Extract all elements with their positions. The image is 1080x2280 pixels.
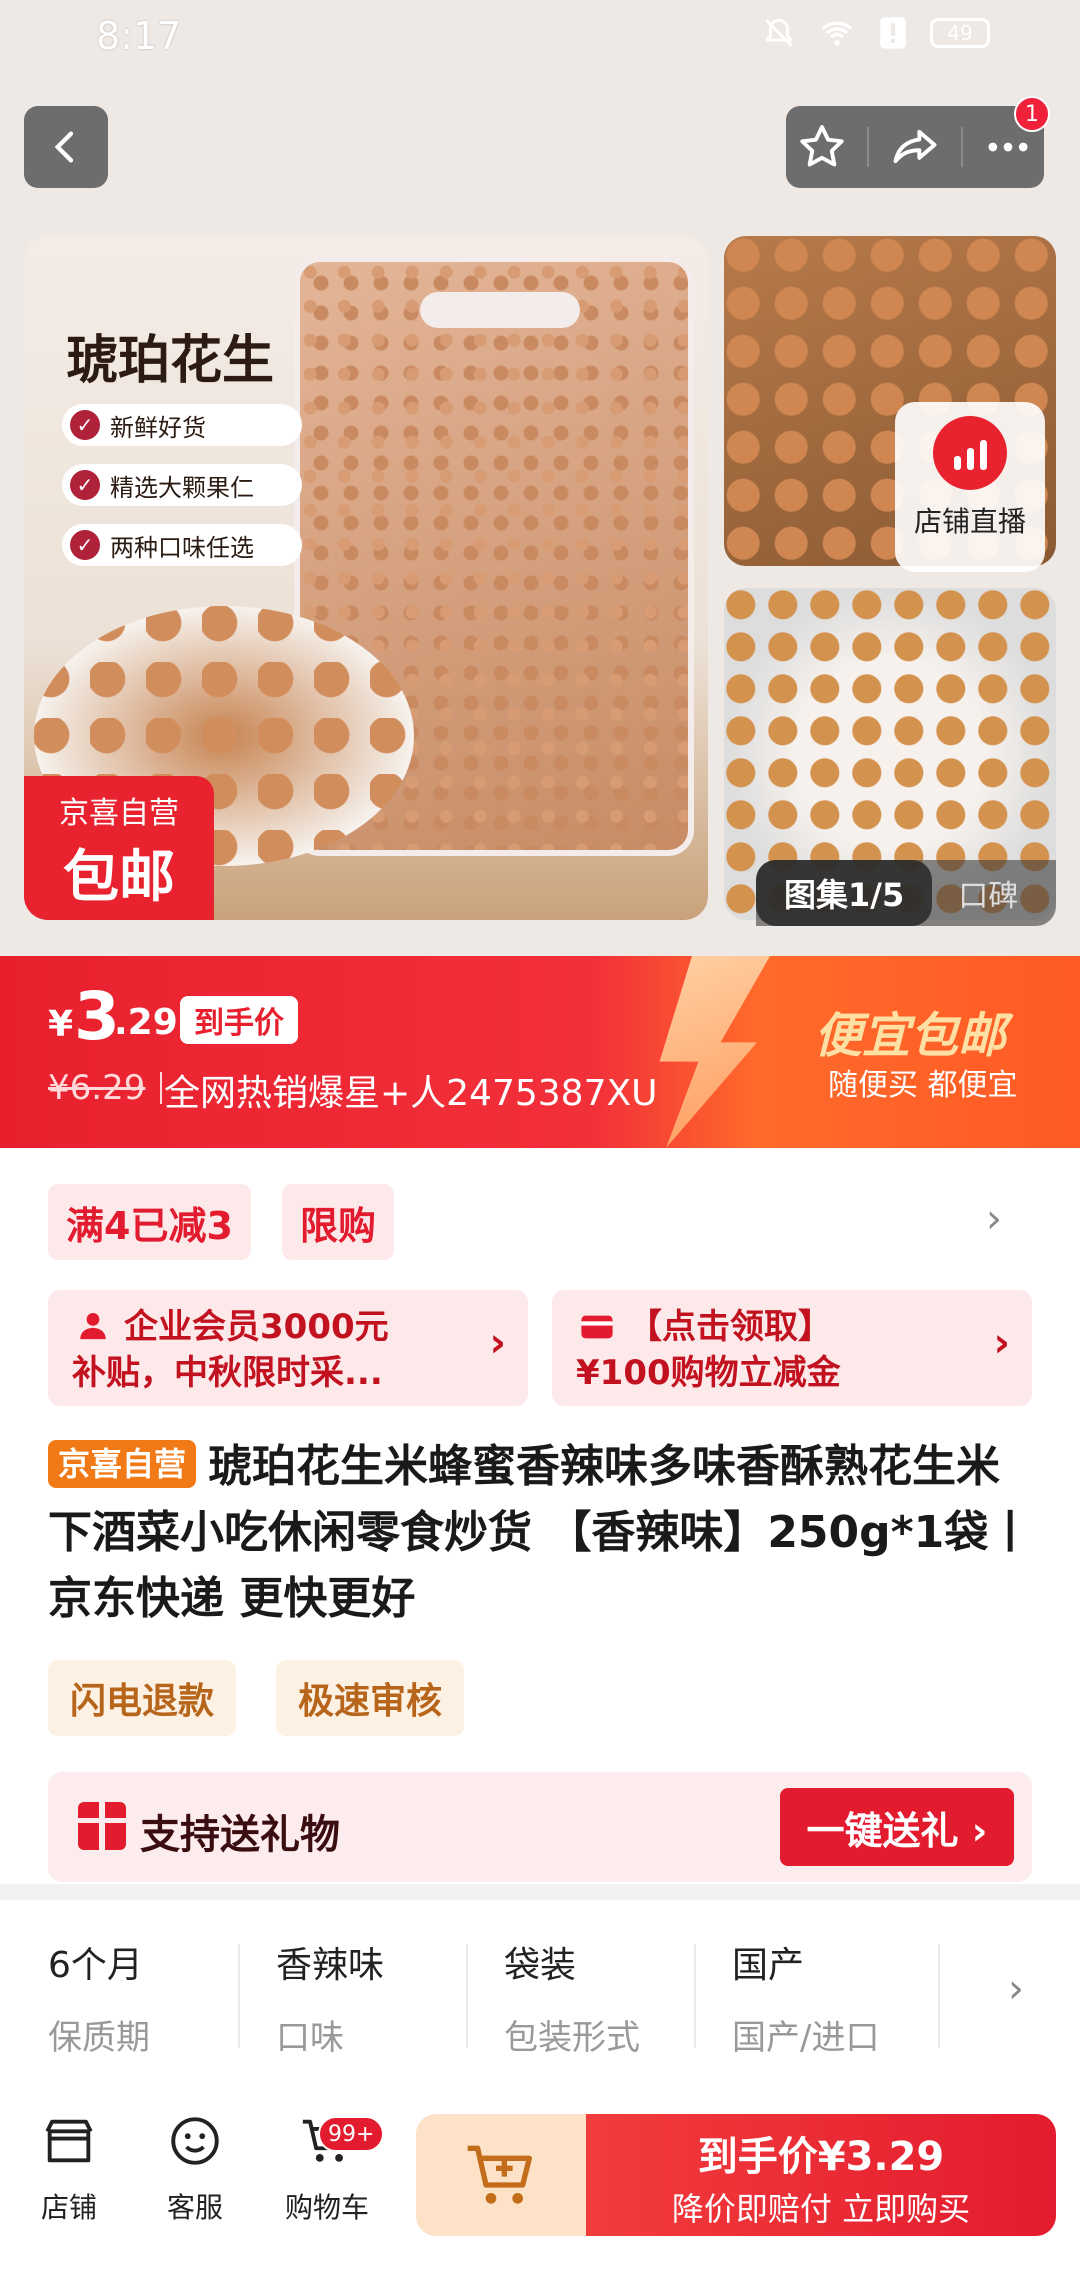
card-icon xyxy=(581,1315,613,1339)
original-price: ¥6.29 xyxy=(48,1068,146,1108)
spec-packaging: 袋装 包装形式 xyxy=(504,1945,640,2058)
store-icon xyxy=(45,2119,93,2163)
back-button[interactable] xyxy=(24,106,108,188)
check-icon: ✓ xyxy=(70,530,100,560)
buy-now-button[interactable]: 到手价¥3.29 降价即赔付 立即购买 xyxy=(586,2114,1056,2236)
divider xyxy=(466,1944,468,2048)
customer-service-button[interactable]: 客服 xyxy=(140,2112,250,2226)
chevron-left-icon xyxy=(54,131,74,163)
final-price-tag: 到手价 xyxy=(180,996,298,1044)
notification-badge: 1 xyxy=(1014,96,1050,132)
promo-subtitle: 随便买 都便宜 xyxy=(828,1068,1018,1103)
status-time: 8:17 xyxy=(96,14,182,58)
send-gift-button[interactable]: 一键送礼 › xyxy=(780,1788,1014,1866)
spec-strip[interactable]: 6个月 保质期 香辣味 口味 袋装 包装形式 国产 国产/进口 › xyxy=(0,1900,1080,2092)
chevron-right-icon: › xyxy=(489,1320,506,1366)
star-icon[interactable] xyxy=(796,121,848,173)
top-actions: 1 xyxy=(786,96,1050,188)
divider xyxy=(938,1944,940,2048)
battery-icon: 49 xyxy=(930,18,990,48)
divider xyxy=(160,1072,162,1104)
price-banner: ¥ 3 .29 到手价 ¥6.29 全网热销爆星+人2475387XU 便宜包邮… xyxy=(0,956,1080,1148)
price-decimal: .29 xyxy=(114,1002,178,1043)
chat-face-icon xyxy=(171,2117,219,2165)
chevron-right-icon: › xyxy=(993,1320,1010,1366)
gift-icon xyxy=(78,1802,126,1850)
status-bar: 8:17 49 xyxy=(0,0,1080,80)
alert-icon xyxy=(880,17,906,49)
tab-reviews[interactable]: 口碑 xyxy=(932,871,1018,915)
bottom-action-bar: 店铺 客服 购物车 99+ 到手价¥3.29 降价即赔付 立即购买 xyxy=(0,2092,1080,2280)
store-live-button[interactable]: 店铺直播 xyxy=(895,402,1045,572)
gift-support-text: 支持送礼物 xyxy=(140,1812,340,1858)
product-title: 京喜自营 琥珀花生米蜂蜜香辣味多味香酥熟花生米下酒菜小吃休闲零食炒货 【香辣味】2… xyxy=(48,1434,1038,1632)
limit-chip[interactable]: 限购 xyxy=(282,1184,395,1260)
gift-support-bar: 支持送礼物 一键送礼 › xyxy=(48,1772,1032,1882)
status-icons: 49 xyxy=(762,16,990,50)
gallery-tabs: 图集1/5 口碑 xyxy=(756,860,1056,926)
spec-origin: 国产 国产/进口 xyxy=(732,1945,880,2058)
discount-chip[interactable]: 满4已减3 xyxy=(48,1184,251,1260)
spec-flavor: 香辣味 口味 xyxy=(276,1945,385,2058)
chevron-right-icon[interactable]: › xyxy=(1008,1966,1024,2012)
share-icon[interactable] xyxy=(889,121,941,173)
spec-shelf-life: 6个月 保质期 xyxy=(48,1945,150,2058)
feature-1: ✓ 新鲜好货 xyxy=(62,404,302,446)
wifi-icon xyxy=(821,21,853,46)
service-fast-review[interactable]: 极速审核 xyxy=(276,1660,465,1736)
service-flash-refund[interactable]: 闪电退款 xyxy=(48,1660,237,1736)
product-gallery: 1 琥珀花生 ✓ 新鲜好货 ✓ 精选大颗果仁 ✓ 两种口味任选 京喜自营 包邮 店铺直… xyxy=(0,80,1080,956)
add-cart-icon xyxy=(467,2145,532,2204)
jx-free-shipping-badge: 京喜自营 包邮 xyxy=(24,776,214,920)
image-product-name: 琥珀花生 xyxy=(66,331,275,391)
user-icon xyxy=(80,1312,106,1340)
live-icon xyxy=(933,416,1007,490)
shopping-voucher-coupon[interactable]: 【点击领取】 ¥100购物立减金 › xyxy=(552,1290,1032,1406)
add-to-cart-button[interactable] xyxy=(416,2114,586,2236)
lightning-icon xyxy=(659,956,770,1148)
enterprise-coupon[interactable]: 企业会员3000元 补贴，中秋限时采... › xyxy=(48,1290,528,1406)
divider xyxy=(238,1944,240,2048)
price-currency: ¥ xyxy=(48,1004,74,1045)
divider xyxy=(960,127,963,167)
store-button[interactable]: 店铺 xyxy=(14,2112,124,2226)
check-icon: ✓ xyxy=(70,470,100,500)
mute-icon xyxy=(765,18,793,47)
feature-3: ✓ 两种口味任选 xyxy=(62,524,302,566)
feature-2: ✓ 精选大颗果仁 xyxy=(62,464,302,506)
tab-gallery[interactable]: 图集1/5 xyxy=(756,860,933,926)
chevron-right-icon[interactable]: › xyxy=(986,1196,1002,1242)
self-operated-tag: 京喜自营 xyxy=(48,1440,197,1488)
main-product-image[interactable]: 琥珀花生 ✓ 新鲜好货 ✓ 精选大颗果仁 ✓ 两种口味任选 京喜自营 包邮 xyxy=(24,236,708,920)
hot-sales-text: 全网热销爆星+人2475387XU xyxy=(164,1073,658,1114)
check-icon: ✓ xyxy=(70,410,100,440)
divider xyxy=(867,127,870,167)
promo-title: 便宜包邮 xyxy=(814,1008,1007,1064)
product-info-card: 满4已减3 限购 › 企业会员3000元 补贴，中秋限时采... › 【点击领取… xyxy=(0,1148,1080,1884)
cart-count-badge: 99+ xyxy=(318,2116,385,2152)
divider xyxy=(694,1944,696,2048)
